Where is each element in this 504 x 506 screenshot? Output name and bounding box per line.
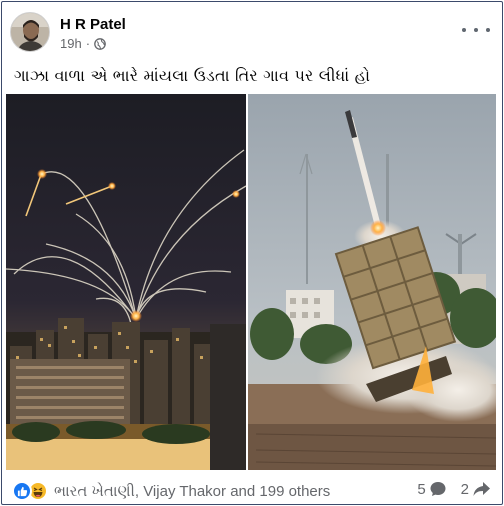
reactors-text[interactable]: ભારત ખેતાણી, Vijay Thakor and 199 others xyxy=(54,483,330,500)
post-meta: 19h · xyxy=(60,36,106,51)
shares-count[interactable]: 2 xyxy=(461,480,492,498)
post-time[interactable]: 19h xyxy=(60,36,82,51)
post-card: H R Patel 19h · ગાઝા વાળા એ ભારે માંયલા … xyxy=(1,1,503,505)
comments-count[interactable]: 5 xyxy=(417,480,446,498)
like-icon xyxy=(12,481,32,501)
reaction-summary[interactable]: ભારત ખેતાણી, Vijay Thakor and 199 others xyxy=(12,481,330,501)
shares-count-value: 2 xyxy=(460,480,469,498)
comment-icon xyxy=(430,482,446,496)
comments-count-value: 5 xyxy=(417,480,426,498)
more-options-icon[interactable] xyxy=(462,20,490,40)
post-footer: ભારત ખેતાણી, Vijay Thakor and 199 others… xyxy=(12,478,492,504)
post-caption: ગાઝા વાળા એ ભારે માંયલા ઉડતા તિર ગાવ પર … xyxy=(14,66,371,85)
author-name[interactable]: H R Patel xyxy=(60,16,126,33)
author-avatar[interactable] xyxy=(10,12,50,52)
engagement-counts: 5 2 xyxy=(403,480,492,498)
post-image[interactable] xyxy=(6,94,496,470)
share-icon xyxy=(473,482,490,496)
avatar-photo xyxy=(11,13,49,51)
globe-icon[interactable] xyxy=(94,37,106,50)
post-image-graphic xyxy=(6,94,496,470)
post-header: H R Patel 19h · xyxy=(10,12,494,56)
meta-separator: · xyxy=(85,36,91,51)
